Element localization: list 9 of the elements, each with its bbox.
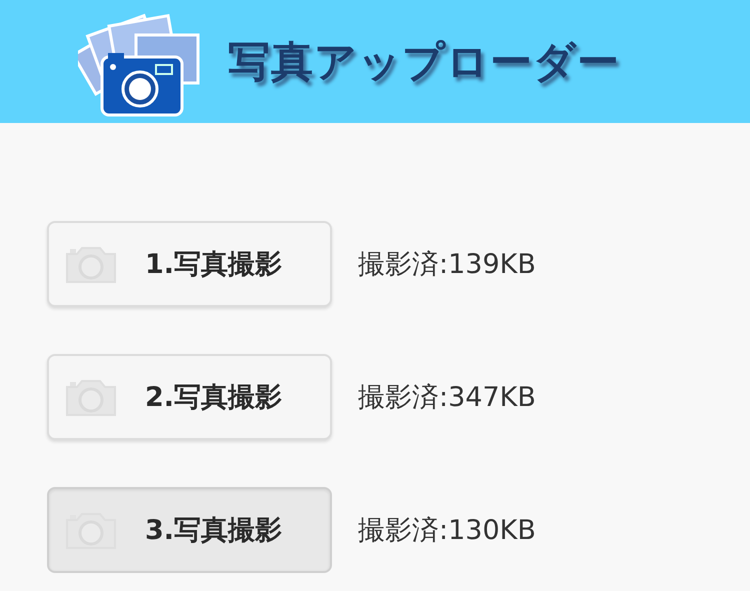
app-title: 写真アップローダー [228, 36, 620, 88]
take-photo-button[interactable]: 3.写真撮影 [47, 487, 332, 573]
camera-icon [63, 377, 119, 417]
camera-icon [63, 244, 119, 284]
file-size-status: 撮影済:130KB [358, 514, 536, 548]
take-photo-button[interactable]: 2.写真撮影 [47, 354, 332, 440]
take-photo-button[interactable]: 1.写真撮影 [47, 221, 332, 307]
file-size-status: 撮影済:139KB [358, 248, 536, 282]
file-size-status: 撮影済:347KB [358, 381, 536, 415]
